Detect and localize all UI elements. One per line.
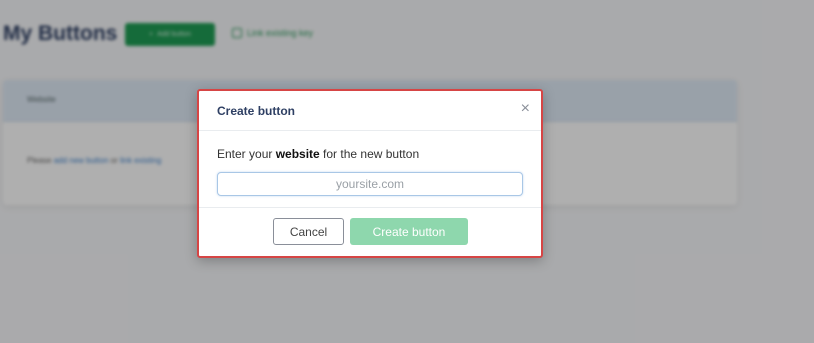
cancel-button[interactable]: Cancel <box>273 218 344 245</box>
modal-title: Create button <box>217 104 295 118</box>
modal-header-divider <box>199 130 541 131</box>
website-input[interactable] <box>217 172 523 196</box>
create-button[interactable]: Create button <box>350 218 468 245</box>
close-icon[interactable]: × <box>521 101 530 117</box>
prompt-text-bold: website <box>275 147 320 161</box>
prompt-text-before: Enter your <box>217 147 276 161</box>
create-button-modal: Create button × Enter your website for t… <box>197 89 543 258</box>
website-prompt: Enter your website for the new button <box>217 147 419 161</box>
modal-footer-divider <box>199 207 541 208</box>
prompt-text-after: for the new button <box>319 147 420 161</box>
